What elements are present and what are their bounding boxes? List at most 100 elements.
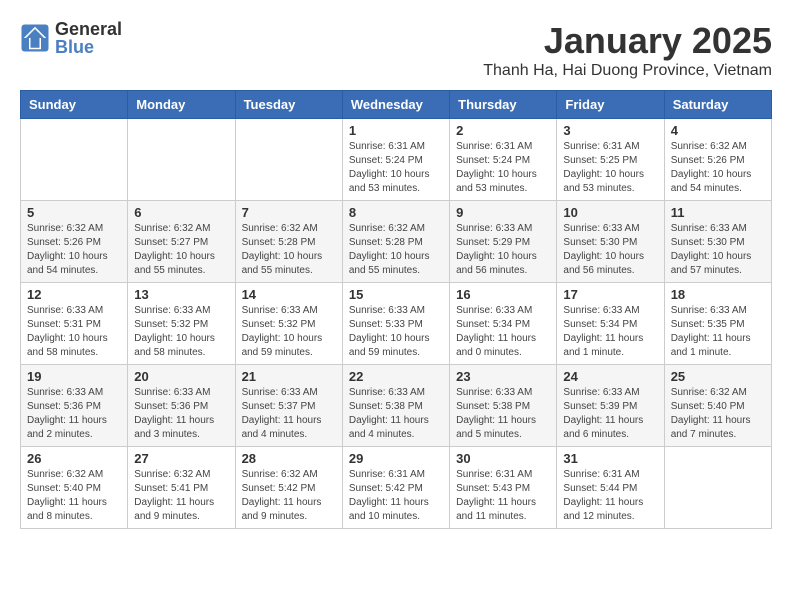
day-info: Sunrise: 6:33 AM Sunset: 5:30 PM Dayligh… bbox=[563, 222, 657, 278]
day-info: Sunrise: 6:32 AM Sunset: 5:28 PM Dayligh… bbox=[349, 222, 443, 278]
day-number: 31 bbox=[563, 451, 657, 466]
day-number: 17 bbox=[563, 287, 657, 302]
day-info: Sunrise: 6:33 AM Sunset: 5:39 PM Dayligh… bbox=[563, 386, 657, 442]
day-info: Sunrise: 6:32 AM Sunset: 5:28 PM Dayligh… bbox=[242, 222, 336, 278]
day-number: 6 bbox=[134, 205, 228, 220]
day-info: Sunrise: 6:32 AM Sunset: 5:42 PM Dayligh… bbox=[242, 468, 336, 524]
table-row: 17 Sunrise: 6:33 AM Sunset: 5:34 PM Dayli… bbox=[557, 283, 664, 365]
day-info: Sunrise: 6:33 AM Sunset: 5:34 PM Dayligh… bbox=[456, 304, 550, 360]
day-number: 29 bbox=[349, 451, 443, 466]
table-row: 24 Sunrise: 6:33 AM Sunset: 5:39 PM Dayli… bbox=[557, 365, 664, 447]
header-friday: Friday bbox=[557, 91, 664, 119]
day-number: 27 bbox=[134, 451, 228, 466]
day-info: Sunrise: 6:31 AM Sunset: 5:24 PM Dayligh… bbox=[349, 140, 443, 196]
table-row: 27 Sunrise: 6:32 AM Sunset: 5:41 PM Dayli… bbox=[128, 447, 235, 529]
table-row: 4Sunrise: 6:32 AM Sunset: 5:26 PM Daylig… bbox=[664, 119, 771, 201]
day-number: 25 bbox=[671, 369, 765, 384]
day-info: Sunrise: 6:32 AM Sunset: 5:26 PM Dayligh… bbox=[27, 222, 121, 278]
day-info: Sunrise: 6:33 AM Sunset: 5:31 PM Dayligh… bbox=[27, 304, 121, 360]
day-info: Sunrise: 6:32 AM Sunset: 5:40 PM Dayligh… bbox=[671, 386, 765, 442]
table-row: 3Sunrise: 6:31 AM Sunset: 5:25 PM Daylig… bbox=[557, 119, 664, 201]
table-row: 19Sunrise: 6:33 AM Sunset: 5:36 PM Dayli… bbox=[21, 365, 128, 447]
day-info: Sunrise: 6:33 AM Sunset: 5:37 PM Dayligh… bbox=[242, 386, 336, 442]
logo-blue: Blue bbox=[55, 38, 122, 56]
table-row: 23 Sunrise: 6:33 AM Sunset: 5:38 PM Dayli… bbox=[450, 365, 557, 447]
table-row: 30 Sunrise: 6:31 AM Sunset: 5:43 PM Dayli… bbox=[450, 447, 557, 529]
day-info: Sunrise: 6:31 AM Sunset: 5:43 PM Dayligh… bbox=[456, 468, 550, 524]
table-row: 16 Sunrise: 6:33 AM Sunset: 5:34 PM Dayli… bbox=[450, 283, 557, 365]
calendar-week-row: 1 Sunrise: 6:31 AM Sunset: 5:24 PM Daylig… bbox=[21, 119, 772, 201]
table-row: 31 Sunrise: 6:31 AM Sunset: 5:44 PM Dayli… bbox=[557, 447, 664, 529]
table-row: 28 Sunrise: 6:32 AM Sunset: 5:42 PM Dayli… bbox=[235, 447, 342, 529]
day-number: 24 bbox=[563, 369, 657, 384]
day-number: 8 bbox=[349, 205, 443, 220]
day-info: Sunrise: 6:33 AM Sunset: 5:38 PM Dayligh… bbox=[349, 386, 443, 442]
logo-icon bbox=[20, 23, 50, 53]
table-row: 6 Sunrise: 6:32 AM Sunset: 5:27 PM Daylig… bbox=[128, 201, 235, 283]
day-info: Sunrise: 6:31 AM Sunset: 5:44 PM Dayligh… bbox=[563, 468, 657, 524]
table-row: 26Sunrise: 6:32 AM Sunset: 5:40 PM Dayli… bbox=[21, 447, 128, 529]
table-row: 20 Sunrise: 6:33 AM Sunset: 5:36 PM Dayli… bbox=[128, 365, 235, 447]
day-number: 28 bbox=[242, 451, 336, 466]
day-number: 1 bbox=[349, 123, 443, 138]
calendar-week-row: 5Sunrise: 6:32 AM Sunset: 5:26 PM Daylig… bbox=[21, 201, 772, 283]
logo: General Blue bbox=[20, 20, 122, 56]
table-row: 1 Sunrise: 6:31 AM Sunset: 5:24 PM Daylig… bbox=[342, 119, 449, 201]
calendar-week-row: 19Sunrise: 6:33 AM Sunset: 5:36 PM Dayli… bbox=[21, 365, 772, 447]
table-row: 18 Sunrise: 6:33 AM Sunset: 5:35 PM Dayli… bbox=[664, 283, 771, 365]
day-number: 9 bbox=[456, 205, 550, 220]
day-number: 23 bbox=[456, 369, 550, 384]
day-number: 10 bbox=[563, 205, 657, 220]
table-row bbox=[235, 119, 342, 201]
day-info: Sunrise: 6:33 AM Sunset: 5:35 PM Dayligh… bbox=[671, 304, 765, 360]
day-number: 3 bbox=[563, 123, 657, 138]
table-row: 10 Sunrise: 6:33 AM Sunset: 5:30 PM Dayli… bbox=[557, 201, 664, 283]
day-number: 7 bbox=[242, 205, 336, 220]
table-row: 2Sunrise: 6:31 AM Sunset: 5:24 PM Daylig… bbox=[450, 119, 557, 201]
header-wednesday: Wednesday bbox=[342, 91, 449, 119]
logo-text: General Blue bbox=[55, 20, 122, 56]
day-info: Sunrise: 6:33 AM Sunset: 5:34 PM Dayligh… bbox=[563, 304, 657, 360]
table-row: 7 Sunrise: 6:32 AM Sunset: 5:28 PM Daylig… bbox=[235, 201, 342, 283]
table-row: 13 Sunrise: 6:33 AM Sunset: 5:32 PM Dayli… bbox=[128, 283, 235, 365]
day-number: 12 bbox=[27, 287, 121, 302]
table-row bbox=[21, 119, 128, 201]
day-info: Sunrise: 6:33 AM Sunset: 5:29 PM Dayligh… bbox=[456, 222, 550, 278]
day-info: Sunrise: 6:33 AM Sunset: 5:32 PM Dayligh… bbox=[134, 304, 228, 360]
day-info: Sunrise: 6:32 AM Sunset: 5:41 PM Dayligh… bbox=[134, 468, 228, 524]
day-info: Sunrise: 6:33 AM Sunset: 5:33 PM Dayligh… bbox=[349, 304, 443, 360]
day-info: Sunrise: 6:33 AM Sunset: 5:38 PM Dayligh… bbox=[456, 386, 550, 442]
day-number: 13 bbox=[134, 287, 228, 302]
table-row bbox=[128, 119, 235, 201]
day-info: Sunrise: 6:33 AM Sunset: 5:36 PM Dayligh… bbox=[27, 386, 121, 442]
location-subtitle: Thanh Ha, Hai Duong Province, Vietnam bbox=[483, 62, 772, 80]
table-row: 15 Sunrise: 6:33 AM Sunset: 5:33 PM Dayli… bbox=[342, 283, 449, 365]
header-sunday: Sunday bbox=[21, 91, 128, 119]
day-number: 30 bbox=[456, 451, 550, 466]
page-header: General Blue January 2025 Thanh Ha, Hai … bbox=[20, 20, 772, 80]
day-number: 11 bbox=[671, 205, 765, 220]
table-row: 9 Sunrise: 6:33 AM Sunset: 5:29 PM Daylig… bbox=[450, 201, 557, 283]
day-info: Sunrise: 6:32 AM Sunset: 5:26 PM Dayligh… bbox=[671, 140, 765, 196]
day-number: 14 bbox=[242, 287, 336, 302]
table-row: 12 Sunrise: 6:33 AM Sunset: 5:31 PM Dayli… bbox=[21, 283, 128, 365]
calendar-week-row: 26Sunrise: 6:32 AM Sunset: 5:40 PM Dayli… bbox=[21, 447, 772, 529]
day-number: 18 bbox=[671, 287, 765, 302]
table-row: 14Sunrise: 6:33 AM Sunset: 5:32 PM Dayli… bbox=[235, 283, 342, 365]
day-number: 21 bbox=[242, 369, 336, 384]
day-info: Sunrise: 6:32 AM Sunset: 5:27 PM Dayligh… bbox=[134, 222, 228, 278]
day-info: Sunrise: 6:31 AM Sunset: 5:24 PM Dayligh… bbox=[456, 140, 550, 196]
day-number: 15 bbox=[349, 287, 443, 302]
day-info: Sunrise: 6:33 AM Sunset: 5:36 PM Dayligh… bbox=[134, 386, 228, 442]
calendar-week-row: 12 Sunrise: 6:33 AM Sunset: 5:31 PM Dayli… bbox=[21, 283, 772, 365]
calendar-header-row: Sunday Monday Tuesday Wednesday Thursday… bbox=[21, 91, 772, 119]
day-info: Sunrise: 6:32 AM Sunset: 5:40 PM Dayligh… bbox=[27, 468, 121, 524]
day-number: 16 bbox=[456, 287, 550, 302]
table-row: 11 Sunrise: 6:33 AM Sunset: 5:30 PM Dayli… bbox=[664, 201, 771, 283]
table-row: 29Sunrise: 6:31 AM Sunset: 5:42 PM Dayli… bbox=[342, 447, 449, 529]
day-number: 22 bbox=[349, 369, 443, 384]
table-row bbox=[664, 447, 771, 529]
day-info: Sunrise: 6:33 AM Sunset: 5:30 PM Dayligh… bbox=[671, 222, 765, 278]
table-row: 5Sunrise: 6:32 AM Sunset: 5:26 PM Daylig… bbox=[21, 201, 128, 283]
day-number: 20 bbox=[134, 369, 228, 384]
